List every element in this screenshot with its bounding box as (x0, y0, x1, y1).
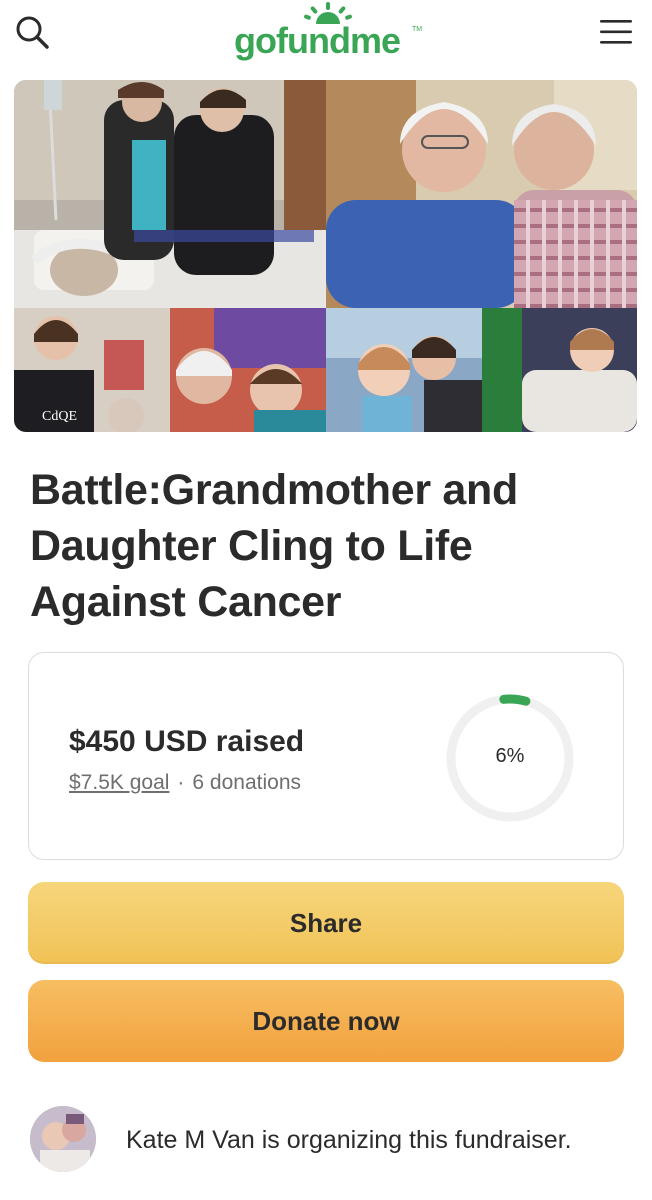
progress-card: $450 USD raised $7.5K goal · 6 donations 6… (28, 652, 624, 860)
campaign-title: Battle:Grandmother and Daughter Cling to… (30, 466, 518, 626)
search-icon (16, 16, 49, 49)
separator-dot: · (177, 771, 185, 794)
goal-and-donations: $7.5K goal · 6 donations (69, 771, 301, 795)
donate-now-button[interactable]: Donate now (28, 980, 624, 1062)
svg-text:CdQE: CdQE (42, 409, 77, 424)
menu-button[interactable] (598, 16, 634, 48)
gofundme-logo[interactable]: gofundme TM (226, 0, 426, 66)
goal-link[interactable]: $7.5K goal (69, 771, 169, 794)
share-button[interactable]: Share (28, 882, 624, 964)
progress-percent: 6% (495, 745, 525, 767)
photo-collage: CdQE (14, 80, 637, 432)
organizer-row[interactable]: Kate M Van is organizing this fundraiser… (0, 1098, 652, 1188)
donation-count: 6 donations (192, 771, 302, 794)
search-button[interactable] (14, 14, 52, 52)
organizer-avatar (30, 1106, 96, 1172)
organizer-text: Kate M Van is organizing this fundraiser… (126, 1126, 572, 1154)
campaign-hero-image[interactable]: CdQE (14, 80, 637, 432)
hamburger-menu-icon (600, 20, 632, 44)
logo-trademark: TM (412, 26, 423, 33)
top-nav: gofundme TM (0, 0, 652, 72)
amount-raised: $450 USD raised (69, 725, 305, 758)
logo-wordmark: gofundme (234, 20, 401, 61)
